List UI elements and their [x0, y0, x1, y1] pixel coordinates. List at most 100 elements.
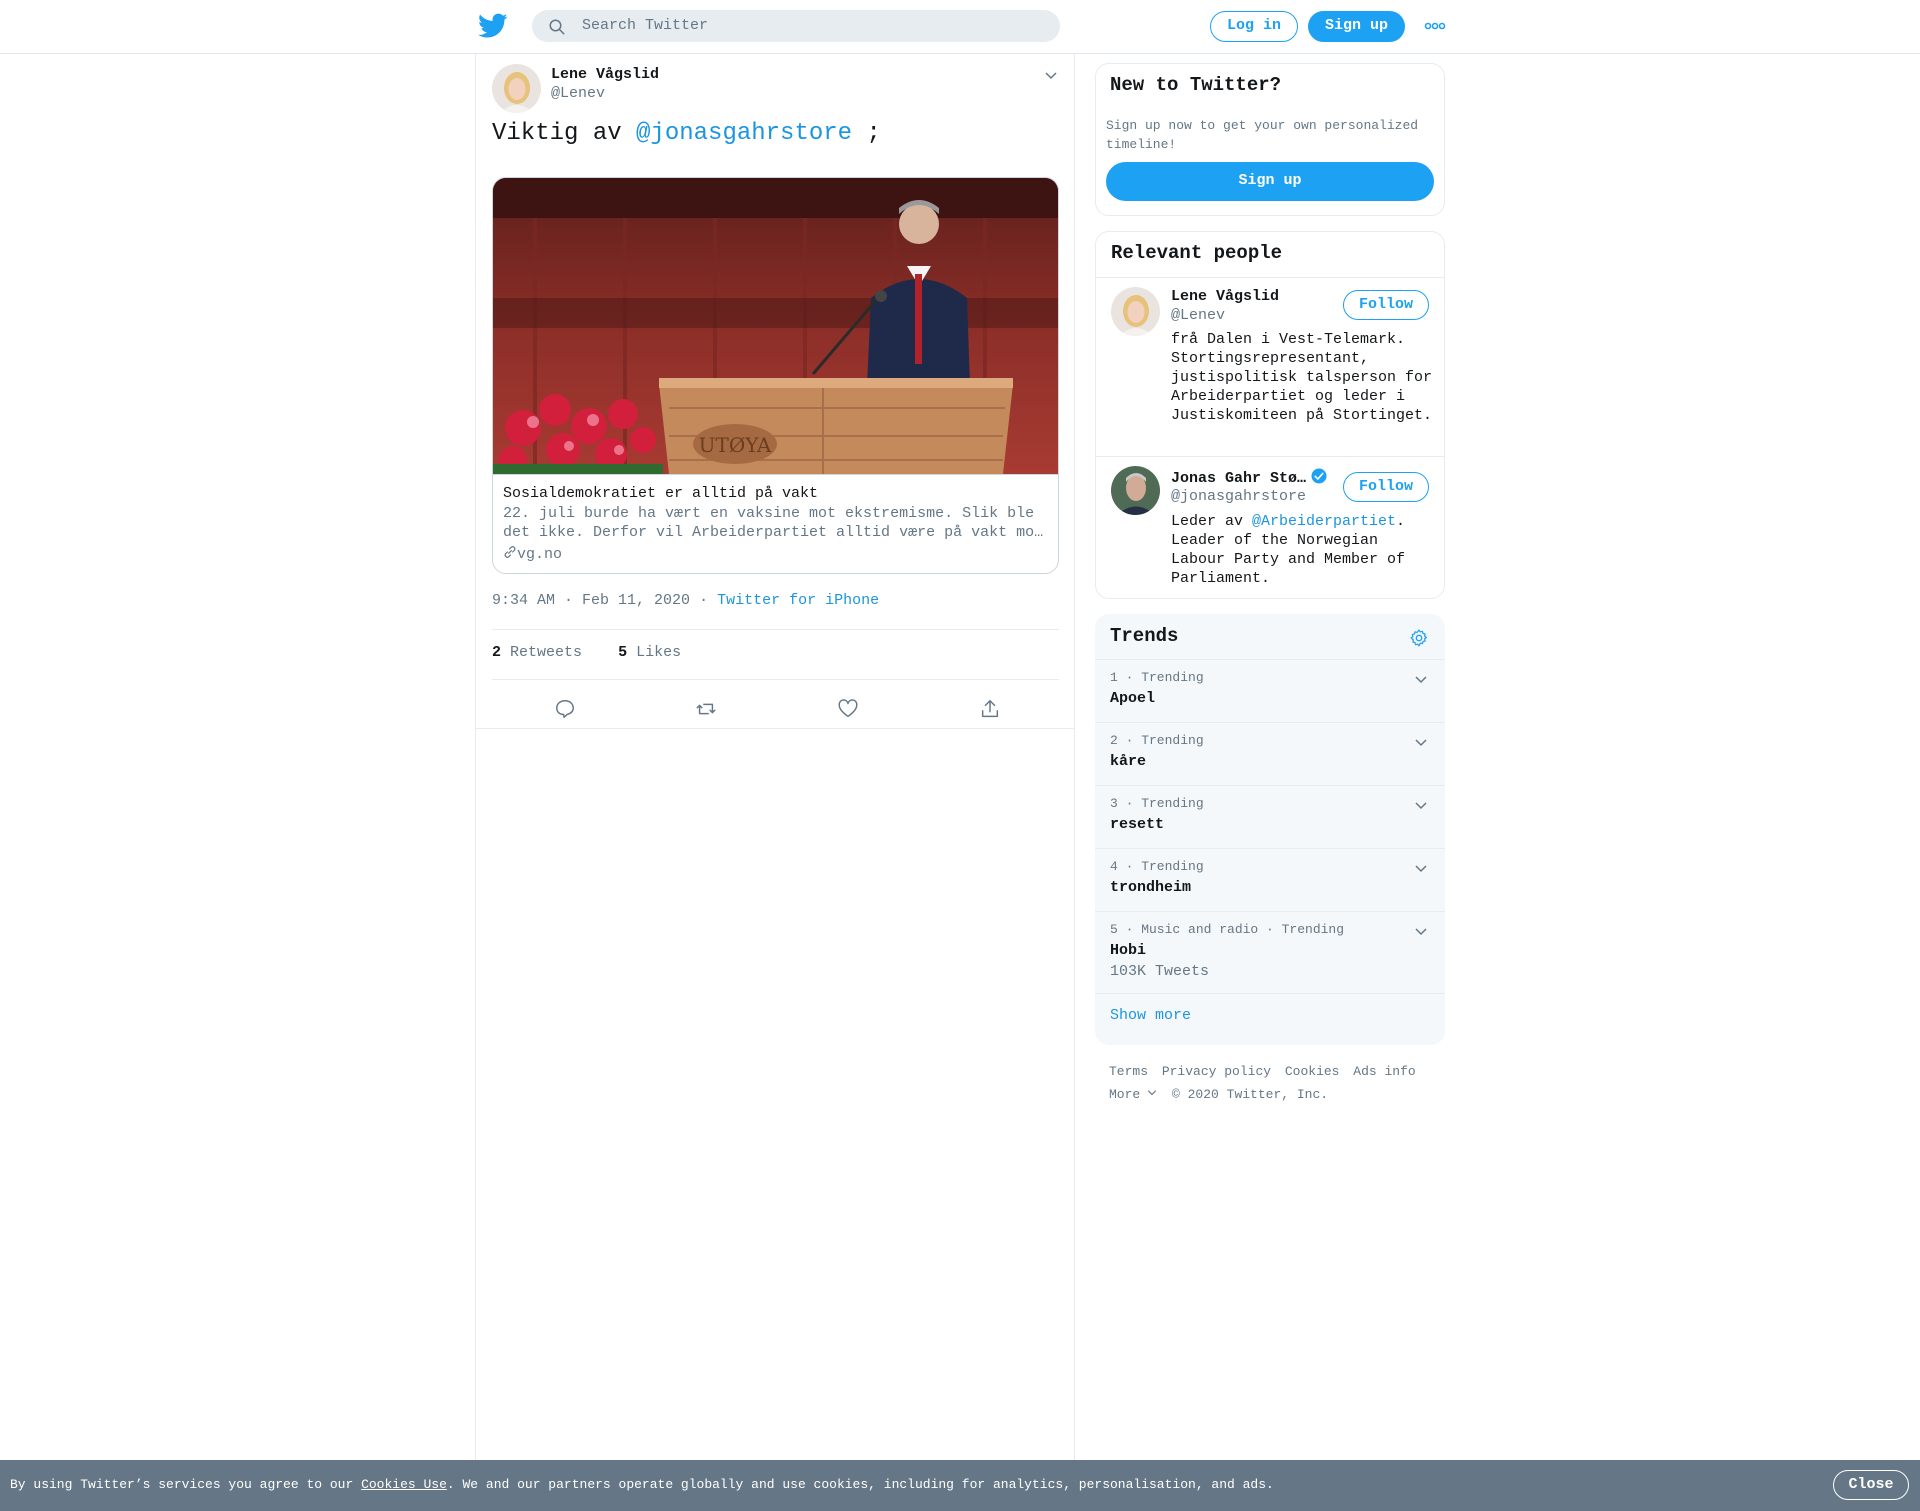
retweet-icon[interactable] [695, 698, 717, 720]
trend-name[interactable]: kåre [1110, 753, 1146, 770]
chevron-down-icon[interactable] [1413, 924, 1429, 940]
tweet-actions [492, 684, 1059, 732]
person-name[interactable]: Lene Vågslid [1171, 288, 1279, 305]
retweets-count: 2 [492, 644, 502, 661]
bio-mention-link[interactable]: @Arbeiderpartiet [1252, 513, 1396, 530]
divider [1095, 993, 1445, 994]
person-avatar[interactable] [1111, 287, 1160, 336]
chevron-down-icon[interactable] [1413, 672, 1429, 688]
retweets-stat[interactable]: 2 Retweets [492, 644, 582, 661]
cookie-close-button[interactable]: Close [1833, 1470, 1909, 1500]
footer-more-menu[interactable]: More [1109, 1087, 1158, 1102]
author-name[interactable]: Lene Vågslid [551, 66, 659, 83]
trend-context: 3 · Trending [1110, 796, 1204, 811]
twitter-bird-icon[interactable] [478, 13, 508, 39]
likes-label: Likes [636, 644, 682, 661]
tweet-column: Lene Vågslid @Lenev Viktig av @jonasgahr… [475, 54, 1075, 1460]
person-name[interactable]: Jonas Gahr Stø… [1171, 470, 1306, 487]
footer-second-row: More © 2020 Twitter, Inc. [1109, 1083, 1449, 1106]
divider [476, 728, 1074, 729]
chevron-down-icon[interactable] [1413, 735, 1429, 751]
tweet-text-prefix: Viktig av [492, 120, 637, 147]
trend-item[interactable]: 1 · Trending Apoel [1095, 659, 1445, 722]
likes-stat[interactable]: 5 Likes [618, 644, 681, 661]
link-preview-card[interactable]: UTØYA Sosialdemokratiet er alltid på vak… [492, 177, 1059, 574]
trend-context: 5 · Music and radio · Trending [1110, 922, 1345, 937]
relevant-people-box: Relevant people Lene Vågslid @Lenev Foll… [1095, 231, 1445, 599]
show-more-link[interactable]: Show more [1110, 1007, 1191, 1024]
person-bio: frå Dalen i Vest-Telemark. Stortingsrepr… [1171, 331, 1433, 424]
search-icon [549, 19, 565, 35]
copyright: © 2020 Twitter, Inc. [1172, 1087, 1329, 1102]
tweet-text-suffix: ; [852, 120, 881, 147]
footer-link-terms[interactable]: Terms [1109, 1064, 1148, 1079]
author-handle[interactable]: @Lenev [551, 85, 605, 102]
more-options-icon[interactable] [1424, 20, 1446, 32]
divider [492, 679, 1059, 680]
trends-box: Trends 1 · Trending Apoel 2 · Trending k… [1095, 614, 1445, 1045]
trend-tweet-count: 103K Tweets [1110, 963, 1210, 980]
chevron-down-icon[interactable] [1413, 798, 1429, 814]
settings-gear-icon[interactable] [1409, 628, 1429, 648]
trend-context: 4 · Trending [1110, 859, 1204, 874]
sign-up-button[interactable]: Sign up [1308, 11, 1405, 42]
trend-name[interactable]: Apoel [1110, 690, 1155, 707]
like-heart-icon[interactable] [837, 698, 859, 720]
trend-name[interactable]: trondheim [1110, 879, 1191, 896]
follow-button[interactable]: Follow [1343, 472, 1429, 502]
card-domain: vg.no [503, 545, 562, 563]
footer-more-label: More [1109, 1087, 1141, 1102]
trend-name[interactable]: resett [1110, 816, 1164, 833]
person-handle[interactable]: @jonasgahrstore [1171, 488, 1306, 505]
cookies-use-link[interactable]: Cookies Use [361, 1477, 447, 1492]
trend-item[interactable]: 3 · Trending resett [1095, 785, 1445, 848]
person-avatar[interactable] [1111, 466, 1160, 515]
relevant-people-title: Relevant people [1111, 242, 1283, 264]
trend-item[interactable]: 2 · Trending kåre [1095, 722, 1445, 785]
relevant-person[interactable]: Jonas Gahr Stø… @jonasgahrstore Follow L… [1096, 457, 1444, 599]
person-bio: Leder av @Arbeiderpartiet. Leader of the… [1171, 512, 1433, 588]
trend-item[interactable]: 4 · Trending trondheim [1095, 848, 1445, 911]
trend-item[interactable]: 5 · Music and radio · Trending Hobi 103K… [1095, 911, 1445, 993]
relevant-person[interactable]: Lene Vågslid @Lenev Follow frå Dalen i V… [1096, 278, 1444, 456]
tweet-timestamp[interactable]: 9:34 AM · Feb 11, 2020 [492, 592, 690, 609]
search-input[interactable]: Search Twitter [582, 17, 708, 34]
link-icon [504, 546, 516, 558]
cookie-text-prefix: By using Twitter’s services you agree to… [10, 1477, 362, 1492]
cookie-consent-bar: By using Twitter’s services you agree to… [0, 1460, 1920, 1511]
cookie-text-suffix: . We and our partners operate globally a… [446, 1477, 1274, 1492]
person-handle[interactable]: @Lenev [1171, 307, 1225, 324]
author-avatar[interactable] [492, 64, 541, 113]
footer-link-privacy[interactable]: Privacy policy [1162, 1064, 1271, 1079]
share-icon[interactable] [979, 698, 1001, 720]
top-navigation-bar: Search Twitter Log in Sign up [0, 0, 1920, 54]
card-body[interactable]: Sosialdemokratiet er alltid på vakt 22. … [493, 474, 1058, 573]
card-image-sign: UTØYA [699, 433, 772, 457]
trends-title: Trends [1110, 625, 1179, 647]
follow-button[interactable]: Follow [1343, 290, 1429, 320]
sidebar-sign-up-button[interactable]: Sign up [1106, 162, 1434, 201]
retweets-label: Retweets [510, 644, 583, 661]
new-to-twitter-subtitle: Sign up now to get your own personalized… [1106, 118, 1419, 152]
tweet-source-link[interactable]: Twitter for iPhone [717, 592, 879, 609]
divider [492, 629, 1059, 630]
new-to-twitter-box: New to Twitter? Sign up now to get your … [1095, 63, 1445, 216]
footer-link-cookies[interactable]: Cookies [1285, 1064, 1340, 1079]
likes-count: 5 [618, 644, 628, 661]
trend-name[interactable]: Hobi [1110, 942, 1146, 959]
log-in-button[interactable]: Log in [1210, 11, 1298, 42]
chevron-down-icon[interactable] [1413, 861, 1429, 877]
chevron-down-icon[interactable] [1043, 68, 1059, 84]
tweet-mention-link[interactable]: @jonasgahrstore [636, 120, 852, 147]
verified-badge-icon [1311, 468, 1327, 484]
card-title[interactable]: Sosialdemokratiet er alltid på vakt [503, 485, 818, 502]
trend-context: 2 · Trending [1110, 733, 1204, 748]
search-bar[interactable]: Search Twitter [532, 10, 1060, 42]
tweet-text: Viktig av @jonasgahrstore ; [492, 120, 881, 147]
footer-link-ads-info[interactable]: Ads info [1353, 1064, 1415, 1079]
person-name-row[interactable]: Jonas Gahr Stø… [1171, 467, 1328, 487]
card-description: 22. juli burde ha vært en vaksine mot ek… [503, 505, 1044, 541]
new-to-twitter-title: New to Twitter? [1110, 74, 1282, 96]
reply-icon[interactable] [554, 698, 576, 720]
card-image[interactable]: UTØYA [493, 178, 1059, 474]
